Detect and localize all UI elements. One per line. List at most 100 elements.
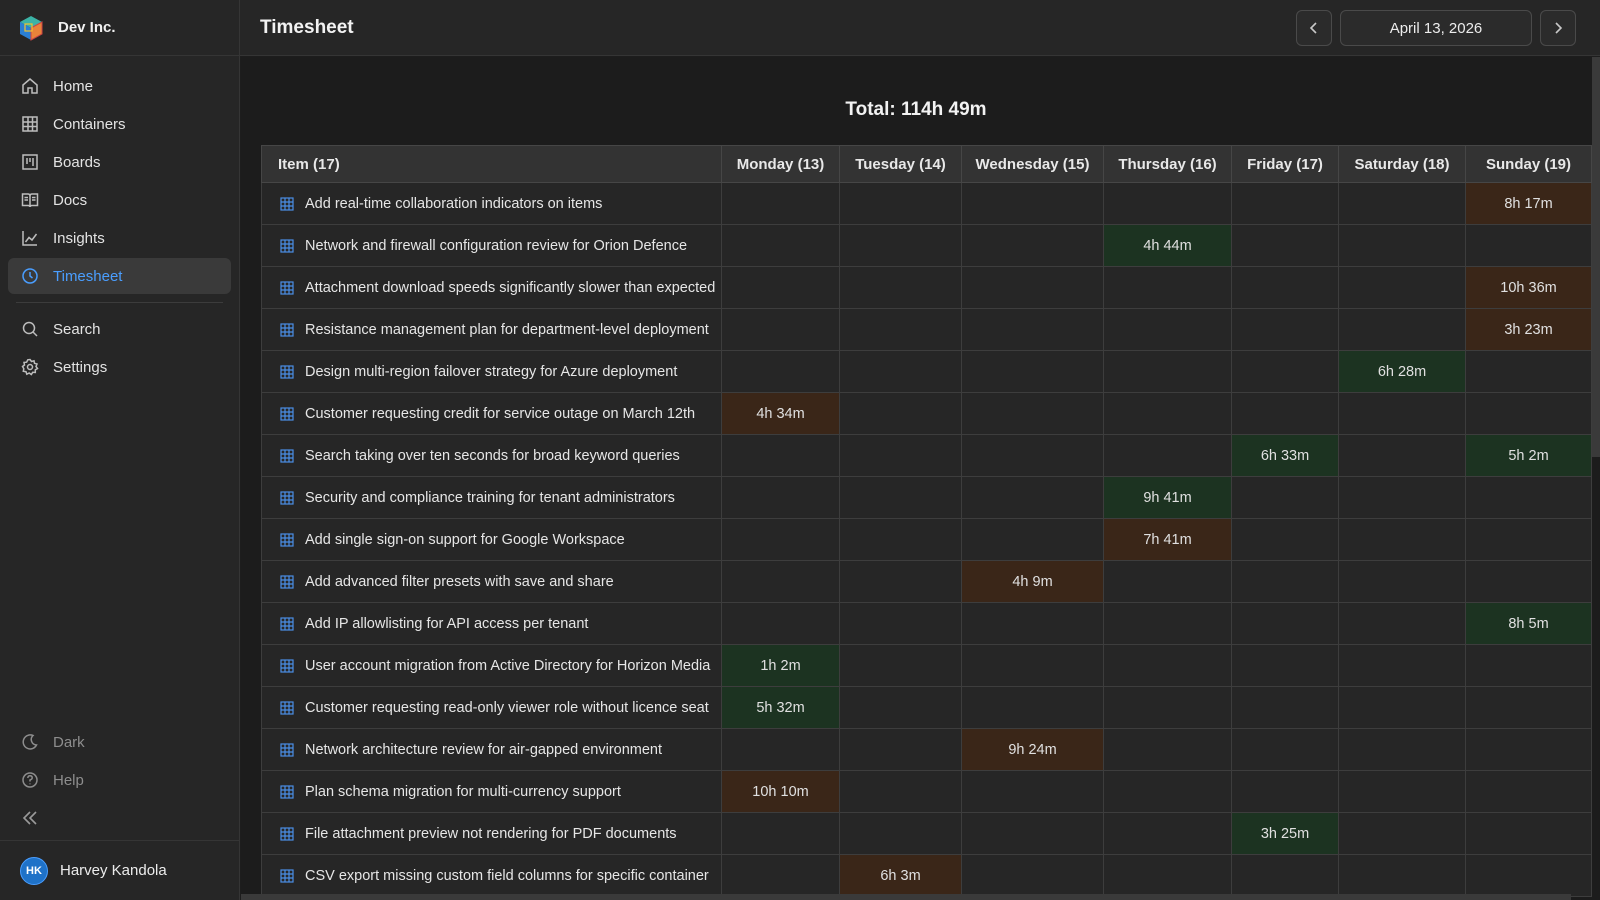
time-cell[interactable] xyxy=(1338,224,1466,267)
time-cell[interactable]: 10h 36m xyxy=(1465,266,1592,309)
item-cell[interactable]: Add IP allowlisting for API access per t… xyxy=(261,602,722,645)
column-header-item[interactable]: Item (17) xyxy=(261,145,722,183)
time-cell[interactable] xyxy=(961,224,1104,267)
sidebar-item-search[interactable]: Search xyxy=(8,311,231,347)
time-cell[interactable] xyxy=(721,182,840,225)
time-cell[interactable] xyxy=(1103,266,1232,309)
time-cell[interactable] xyxy=(1465,392,1592,435)
table-row[interactable]: Network and firewall configuration revie… xyxy=(261,224,1592,267)
time-cell[interactable] xyxy=(721,728,840,771)
time-cell[interactable] xyxy=(839,602,962,645)
time-cell[interactable]: 5h 2m xyxy=(1465,434,1592,477)
time-cell[interactable] xyxy=(1338,266,1466,309)
time-cell[interactable] xyxy=(961,644,1104,687)
time-cell[interactable] xyxy=(1338,308,1466,351)
time-cell[interactable] xyxy=(1338,560,1466,603)
date-picker[interactable]: April 13, 2026 xyxy=(1340,10,1532,46)
time-cell[interactable] xyxy=(839,560,962,603)
table-row[interactable]: Search taking over ten seconds for broad… xyxy=(261,434,1592,477)
time-cell[interactable] xyxy=(1338,854,1466,897)
sidebar-item-timesheet[interactable]: Timesheet xyxy=(8,258,231,294)
time-cell[interactable] xyxy=(721,812,840,855)
column-header-thursday[interactable]: Thursday (16) xyxy=(1103,145,1232,183)
item-cell[interactable]: Add real-time collaboration indicators o… xyxy=(261,182,722,225)
time-cell[interactable]: 9h 24m xyxy=(961,728,1104,771)
time-cell[interactable] xyxy=(839,476,962,519)
time-cell[interactable] xyxy=(1231,476,1339,519)
time-cell[interactable] xyxy=(839,392,962,435)
sidebar-item-home[interactable]: Home xyxy=(8,68,231,104)
time-cell[interactable]: 9h 41m xyxy=(1103,476,1232,519)
time-cell[interactable]: 8h 5m xyxy=(1465,602,1592,645)
time-cell[interactable] xyxy=(1338,644,1466,687)
time-cell[interactable] xyxy=(721,518,840,561)
time-cell[interactable] xyxy=(961,266,1104,309)
time-cell[interactable] xyxy=(839,308,962,351)
time-cell[interactable]: 3h 25m xyxy=(1231,812,1339,855)
item-cell[interactable]: Network and firewall configuration revie… xyxy=(261,224,722,267)
sidebar-item-docs[interactable]: Docs xyxy=(8,182,231,218)
time-cell[interactable] xyxy=(1231,224,1339,267)
time-cell[interactable] xyxy=(1338,812,1466,855)
time-cell[interactable] xyxy=(1103,602,1232,645)
time-cell[interactable] xyxy=(721,560,840,603)
next-week-button[interactable] xyxy=(1540,10,1576,46)
time-cell[interactable] xyxy=(721,266,840,309)
time-cell[interactable] xyxy=(961,350,1104,393)
item-cell[interactable]: CSV export missing custom field columns … xyxy=(261,854,722,897)
brand[interactable]: Dev Inc. xyxy=(0,0,239,56)
time-cell[interactable] xyxy=(839,182,962,225)
time-cell[interactable] xyxy=(1338,770,1466,813)
time-cell[interactable] xyxy=(961,602,1104,645)
column-header-friday[interactable]: Friday (17) xyxy=(1231,145,1339,183)
table-row[interactable]: Add single sign-on support for Google Wo… xyxy=(261,518,1592,561)
time-cell[interactable] xyxy=(1103,182,1232,225)
table-row[interactable]: Resistance management plan for departmen… xyxy=(261,308,1592,351)
sidebar-item-containers[interactable]: Containers xyxy=(8,106,231,142)
time-cell[interactable] xyxy=(839,350,962,393)
time-cell[interactable] xyxy=(1231,644,1339,687)
time-cell[interactable]: 1h 2m xyxy=(721,644,840,687)
time-cell[interactable] xyxy=(1231,728,1339,771)
item-cell[interactable]: Search taking over ten seconds for broad… xyxy=(261,434,722,477)
time-cell[interactable] xyxy=(839,812,962,855)
collapse-sidebar-button[interactable] xyxy=(8,800,231,836)
time-cell[interactable] xyxy=(1231,518,1339,561)
time-cell[interactable]: 10h 10m xyxy=(721,770,840,813)
time-cell[interactable] xyxy=(721,476,840,519)
time-cell[interactable] xyxy=(1465,686,1592,729)
user-profile[interactable]: HK Harvey Kandola xyxy=(0,840,239,900)
time-cell[interactable] xyxy=(1465,350,1592,393)
time-cell[interactable] xyxy=(961,182,1104,225)
time-cell[interactable] xyxy=(721,854,840,897)
time-cell[interactable] xyxy=(1231,560,1339,603)
time-cell[interactable] xyxy=(1231,686,1339,729)
time-cell[interactable] xyxy=(1338,392,1466,435)
table-row[interactable]: Customer requesting credit for service o… xyxy=(261,392,1592,435)
time-cell[interactable] xyxy=(721,602,840,645)
item-cell[interactable]: Customer requesting credit for service o… xyxy=(261,392,722,435)
item-cell[interactable]: Add advanced filter presets with save an… xyxy=(261,560,722,603)
column-header-wednesday[interactable]: Wednesday (15) xyxy=(961,145,1104,183)
time-cell[interactable]: 6h 33m xyxy=(1231,434,1339,477)
sidebar-item-boards[interactable]: Boards xyxy=(8,144,231,180)
time-cell[interactable] xyxy=(1103,308,1232,351)
time-cell[interactable] xyxy=(1338,518,1466,561)
time-cell[interactable] xyxy=(839,728,962,771)
time-cell[interactable] xyxy=(1338,728,1466,771)
time-cell[interactable]: 6h 3m xyxy=(839,854,962,897)
item-cell[interactable]: File attachment preview not rendering fo… xyxy=(261,812,722,855)
time-cell[interactable] xyxy=(1465,644,1592,687)
time-cell[interactable] xyxy=(1103,560,1232,603)
table-row[interactable]: Network architecture review for air-gapp… xyxy=(261,728,1592,771)
time-cell[interactable] xyxy=(1338,476,1466,519)
item-cell[interactable]: Customer requesting read-only viewer rol… xyxy=(261,686,722,729)
time-cell[interactable] xyxy=(961,518,1104,561)
time-cell[interactable] xyxy=(961,392,1104,435)
time-cell[interactable] xyxy=(1231,266,1339,309)
time-cell[interactable] xyxy=(839,224,962,267)
time-cell[interactable] xyxy=(721,308,840,351)
table-row[interactable]: Add real-time collaboration indicators o… xyxy=(261,182,1592,225)
help-link[interactable]: Help xyxy=(8,762,231,798)
table-row[interactable]: Attachment download speeds significantly… xyxy=(261,266,1592,309)
